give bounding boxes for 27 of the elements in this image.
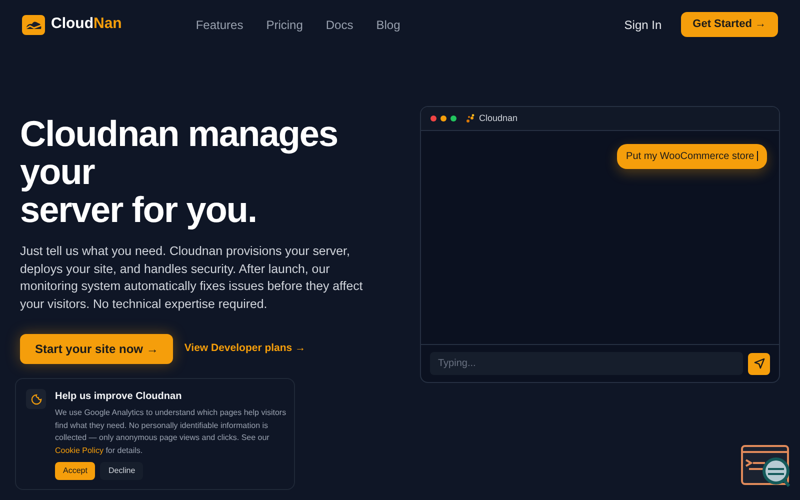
decline-button[interactable]: Decline: [100, 462, 144, 480]
cookie-text: We use Google Analytics to understand which pages help visitors find what they need. No personally identifiable information is collected — only anonymous page views and clicks. See our Cookie Policy for details.: [55, 407, 287, 457]
start-site-button[interactable]: Start your site now →: [20, 334, 174, 364]
nav-link[interactable]: Blog: [376, 16, 400, 34]
nav-link[interactable]: Features: [196, 16, 244, 34]
get-started-button[interactable]: Get Started →: [680, 12, 778, 37]
text-cursor: [757, 151, 758, 162]
send-icon: [754, 358, 764, 369]
nav-link[interactable]: Docs: [326, 16, 354, 34]
accept-button[interactable]: Accept: [55, 462, 96, 480]
chat-message: Put my WooCommerce store: [617, 144, 767, 169]
nav-link[interactable]: Pricing: [266, 16, 303, 34]
logo-icon: [22, 14, 45, 34]
sparkle-icon: [466, 114, 475, 123]
chat-input-field[interactable]: Typing...: [430, 352, 743, 375]
cookie-policy-link[interactable]: Cookie Policy: [55, 446, 104, 454]
cookie-icon: [26, 389, 46, 409]
hero-description: Just tell us what you need. Cloudnan provisions your server, deploys your site, and handles security. After launch, our monitoring system automatically fixes issues before they affect your visitors. No technical expertise required.: [20, 243, 364, 313]
chat-title: Cloudnan: [479, 112, 518, 125]
window-controls-icon: [430, 115, 458, 122]
hero-title: Cloudnan manages your server for you.: [20, 115, 339, 229]
developer-plans-link[interactable]: View Developer plans →: [184, 341, 306, 357]
cookie-title: Help us improve Cloudnan: [55, 390, 183, 404]
sign-in-link[interactable]: Sign In: [624, 16, 662, 34]
send-button[interactable]: [748, 352, 770, 374]
brand-name[interactable]: CloudNan: [51, 13, 122, 36]
browser-search-icon[interactable]: [741, 445, 791, 488]
